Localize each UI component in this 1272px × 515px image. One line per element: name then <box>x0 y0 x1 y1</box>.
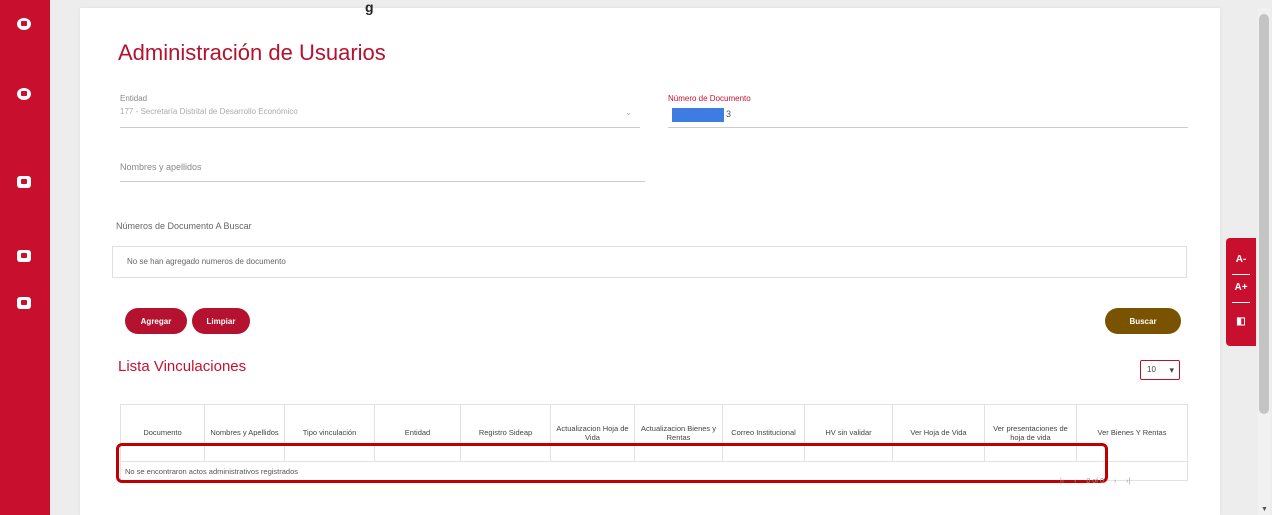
clear-button[interactable]: Limpiar <box>192 308 250 334</box>
increase-font-button[interactable]: A+ <box>1226 282 1256 293</box>
pagination-range: 0 of 0 <box>1086 478 1104 485</box>
calendar-icon-2[interactable] <box>17 250 31 262</box>
main-card: g Administración de Usuarios Entidad 177… <box>80 0 1220 515</box>
documents-empty-text: No se han agregado numeros de documento <box>127 257 286 266</box>
accessibility-panel: A- A+ ◧ <box>1226 238 1256 346</box>
sidebar <box>0 0 50 515</box>
pagination: |‹ ‹ 0 of 0 › ›| <box>1060 478 1138 485</box>
chevron-down-icon[interactable]: ⌄ <box>625 108 632 117</box>
names-placeholder: Nombres y apellidos <box>120 162 202 172</box>
gear-icon[interactable] <box>17 18 31 30</box>
add-button[interactable]: Agregar <box>125 308 187 334</box>
names-input[interactable]: Nombres y apellidos <box>120 162 645 182</box>
page-size-value: 10 <box>1147 365 1156 374</box>
entity-value: 177 - Secretaría Distrital de Desarrollo… <box>120 107 298 116</box>
documents-to-search-box: No se han agregado numeros de documento <box>112 246 1187 278</box>
decrease-font-button[interactable]: A- <box>1226 254 1256 265</box>
documents-to-search-label: Números de Documento A Buscar <box>116 221 252 231</box>
contrast-icon[interactable]: ◧ <box>1226 316 1256 327</box>
first-page-icon[interactable]: |‹ <box>1060 478 1064 485</box>
clipped-header-text: g <box>365 0 374 15</box>
scrollbar[interactable]: ▼ <box>1258 8 1270 515</box>
document-number-label: Número de Documento <box>668 94 751 103</box>
document-icon[interactable] <box>17 297 31 309</box>
annotation-highlight-box <box>116 443 1108 483</box>
scroll-thumb[interactable] <box>1259 14 1269 414</box>
chevron-down-icon: ▾ <box>1169 365 1174 375</box>
entity-select[interactable]: Entidad 177 - Secretaría Distrital de De… <box>120 94 640 128</box>
page-size-select[interactable]: 10 ▾ <box>1140 360 1180 380</box>
document-number-value: 3 <box>726 109 732 119</box>
last-page-icon[interactable]: ›| <box>1126 478 1130 485</box>
prev-page-icon[interactable]: ‹ <box>1074 478 1076 485</box>
user-icon[interactable] <box>17 88 31 100</box>
redacted-value <box>672 108 724 122</box>
page-title: Administración de Usuarios <box>118 40 386 65</box>
document-number-field[interactable]: Número de Documento 3 <box>668 94 1188 128</box>
calendar-icon[interactable] <box>17 176 31 188</box>
next-page-icon[interactable]: › <box>1114 478 1116 485</box>
entity-label: Entidad <box>120 94 148 103</box>
search-button[interactable]: Buscar <box>1105 308 1181 334</box>
list-title: Lista Vinculaciones <box>118 358 247 375</box>
scroll-down-icon[interactable]: ▼ <box>1261 506 1268 513</box>
